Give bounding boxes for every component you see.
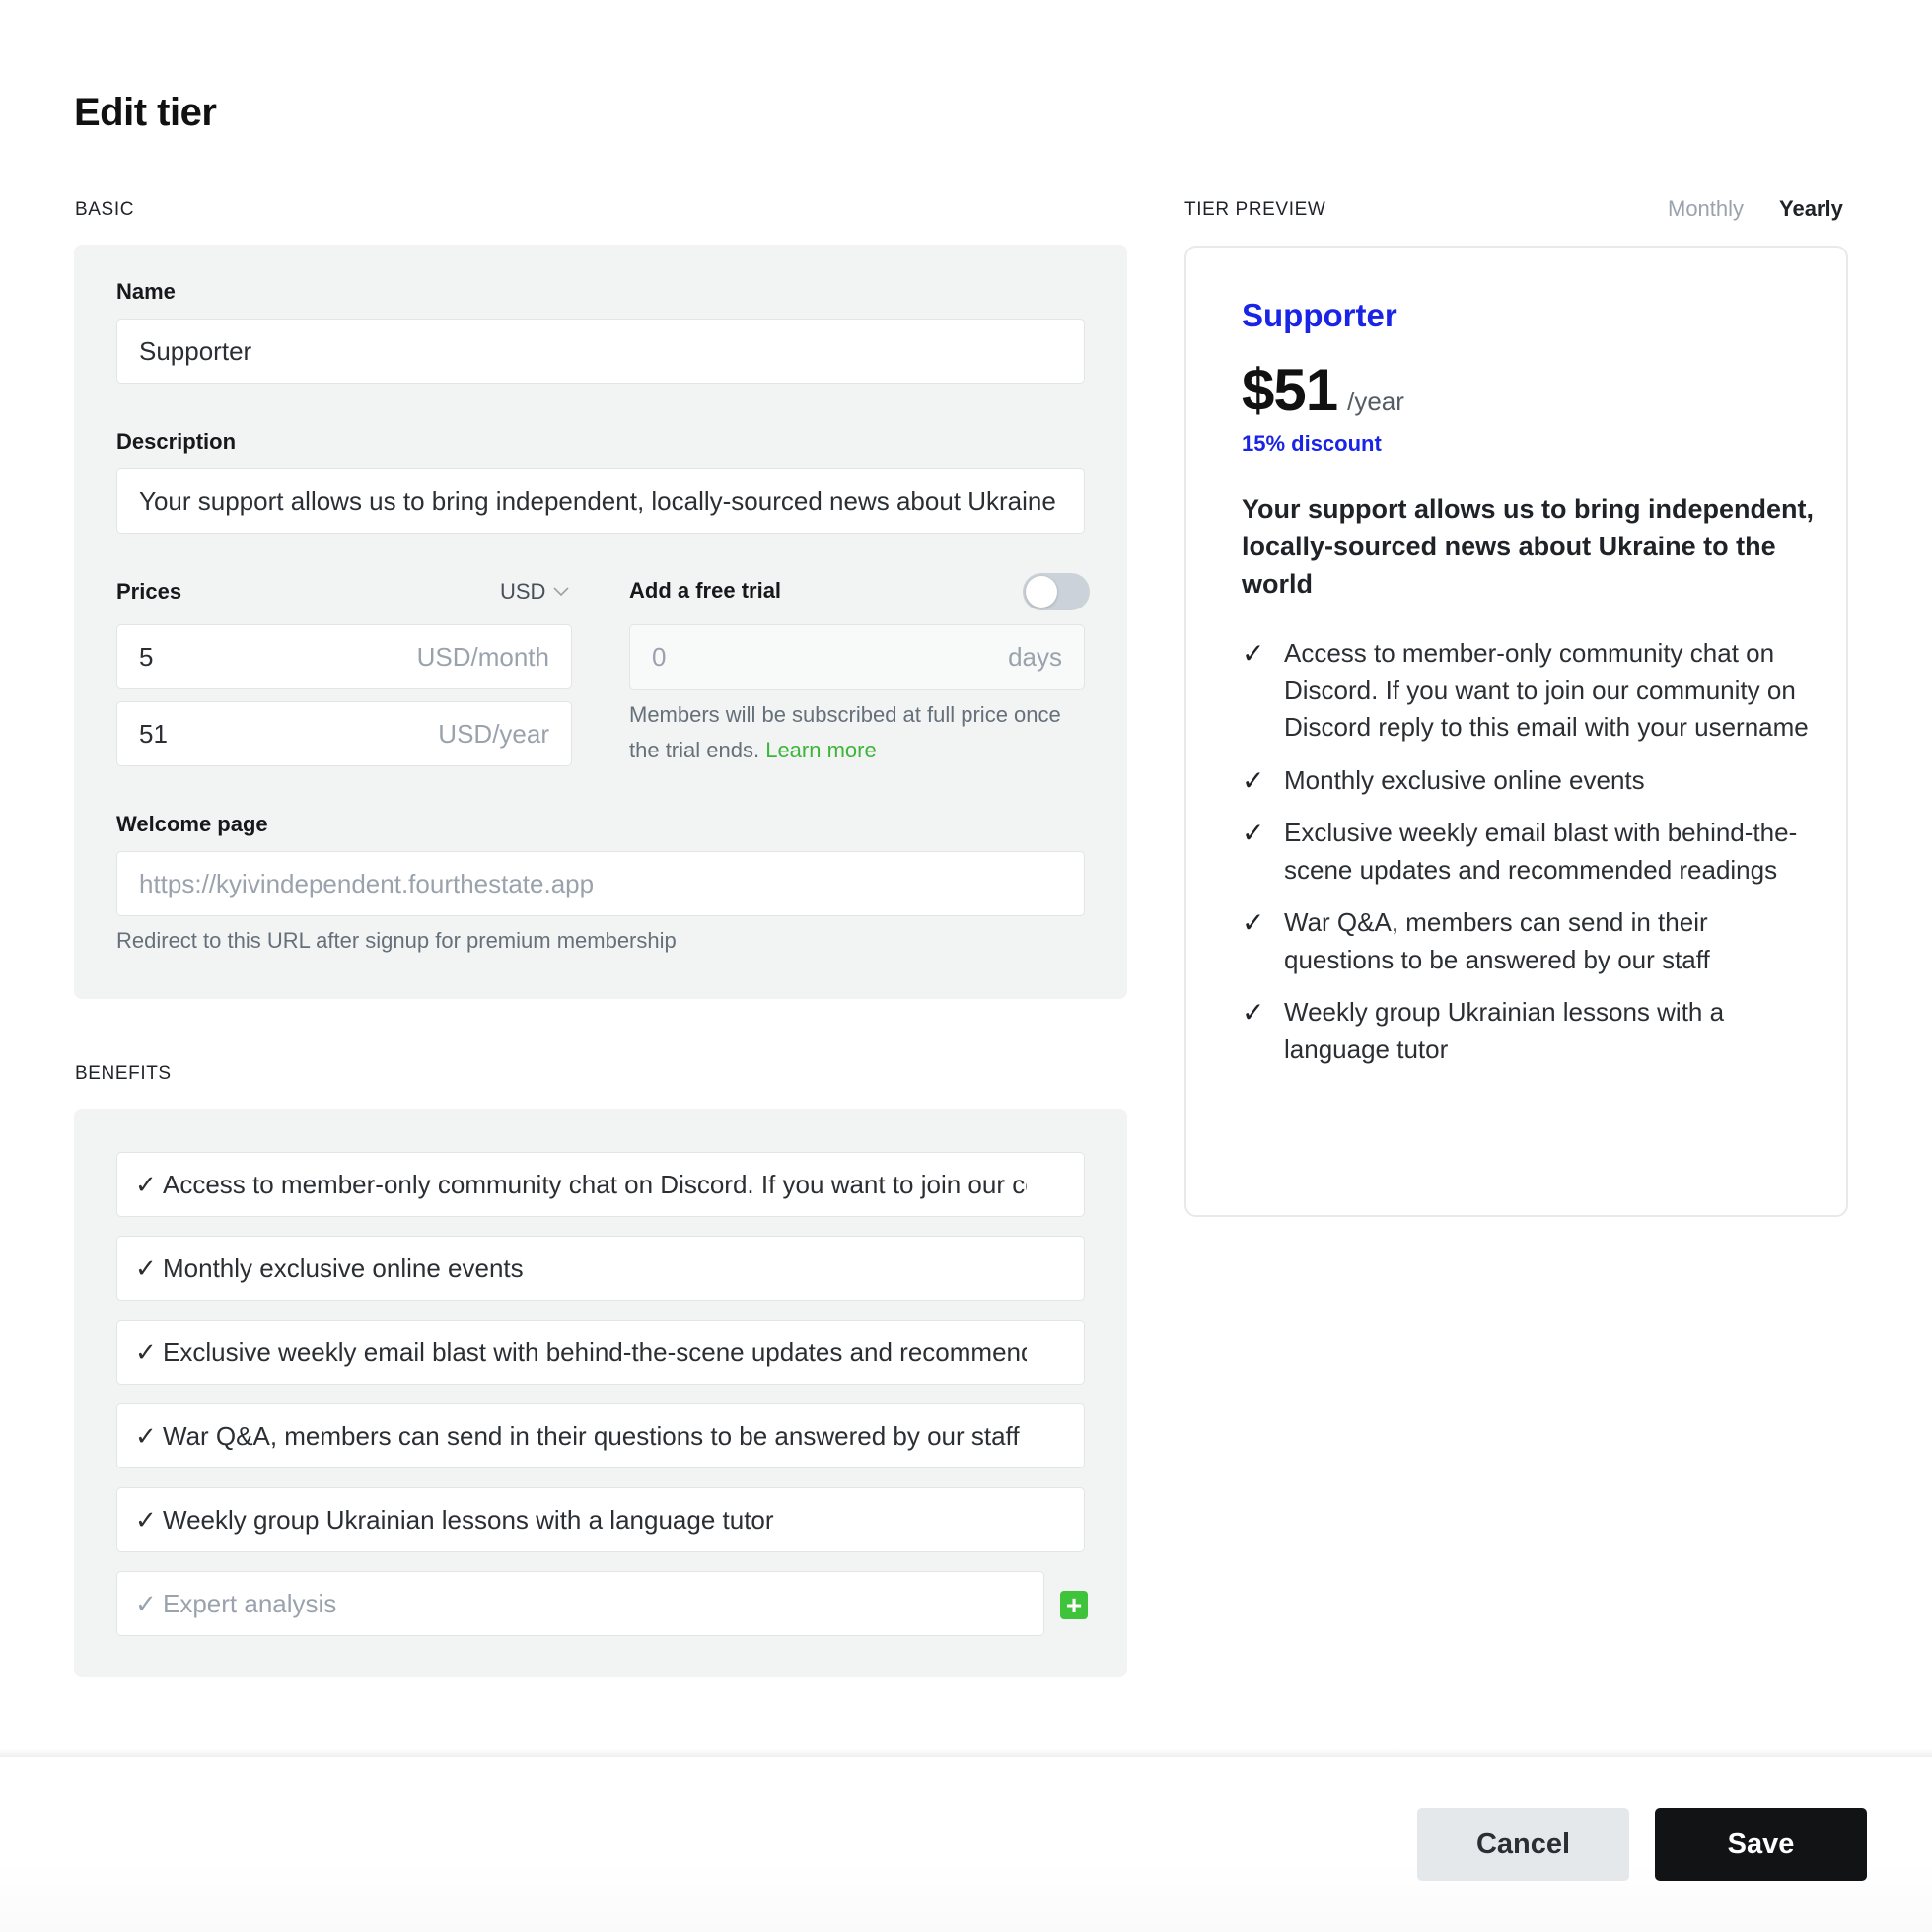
description-input[interactable]: Your support allows us to bring independ…	[116, 468, 1085, 534]
chevron-down-icon	[553, 587, 570, 597]
check-icon: ✓	[1242, 907, 1265, 938]
benefit-text: War Q&A, members can send in their quest…	[163, 1420, 1020, 1451]
yearly-price-suffix: USD/year	[438, 718, 549, 749]
description-label: Description	[116, 429, 237, 454]
benefit-item[interactable]: ✓ Weekly group Ukrainian lessons with a …	[116, 1487, 1085, 1552]
preview-benefits-list: ✓ Access to member-only community chat on…	[1242, 635, 1814, 1084]
welcome-page-input[interactable]: https://kyivindependent.fourthestate.app	[116, 851, 1085, 916]
benefits-section-label: BENEFITS	[75, 1063, 172, 1084]
check-icon: ✓	[1242, 818, 1265, 848]
preview-price: $51	[1242, 357, 1338, 423]
check-icon: ✓	[135, 1588, 157, 1618]
preview-price-row: $51 /year	[1242, 356, 1404, 424]
description-value: Your support allows us to bring independ…	[139, 485, 1062, 516]
preview-description: Your support allows us to bring independ…	[1242, 494, 1814, 599]
benefit-item[interactable]: ✓ Access to member-only community chat o…	[116, 1152, 1085, 1217]
benefit-text: Exclusive weekly email blast with behind…	[163, 1336, 1027, 1367]
yearly-price-input[interactable]: 51 USD/year	[116, 701, 572, 766]
cancel-button[interactable]: Cancel	[1417, 1808, 1629, 1881]
preview-benefit-item: ✓ Access to member-only community chat on…	[1242, 635, 1814, 747]
footer-divider	[0, 1748, 1932, 1757]
period-monthly-tab[interactable]: Monthly	[1668, 196, 1744, 222]
monthly-price-value: 5	[139, 641, 154, 672]
toggle-knob	[1026, 576, 1057, 608]
name-value: Supporter	[139, 335, 252, 366]
basic-section-label: BASIC	[75, 199, 135, 220]
benefits-panel: ✓ Access to member-only community chat o…	[74, 1109, 1127, 1677]
add-benefit-button[interactable]: +	[1060, 1591, 1088, 1619]
free-trial-label: Add a free trial	[629, 578, 782, 603]
benefit-text: Monthly exclusive online events	[163, 1252, 524, 1283]
learn-more-link[interactable]: Learn more	[765, 738, 877, 762]
name-input[interactable]: Supporter	[116, 319, 1085, 384]
check-icon: ✓	[135, 1169, 157, 1199]
new-benefit-input[interactable]: ✓ Expert analysis	[116, 1571, 1044, 1636]
preview-discount: 15% discount	[1242, 431, 1382, 456]
benefit-item[interactable]: ✓ Exclusive weekly email blast with behi…	[116, 1320, 1085, 1385]
trial-days-suffix: days	[1008, 642, 1062, 672]
preview-benefit-text: Monthly exclusive online events	[1284, 764, 1645, 795]
benefit-text: Weekly group Ukrainian lessons with a la…	[163, 1504, 774, 1535]
check-icon: ✓	[1242, 997, 1265, 1028]
benefit-text: Access to member-only community chat on …	[163, 1169, 1027, 1199]
preview-benefit-item: ✓ War Q&A, members can send in their ques…	[1242, 904, 1814, 978]
check-icon: ✓	[135, 1504, 157, 1535]
free-trial-help: Members will be subscribed at full price…	[629, 697, 1093, 768]
plus-icon: +	[1065, 1590, 1083, 1620]
check-icon: ✓	[135, 1420, 157, 1451]
preview-benefit-item: ✓ Weekly group Ukrainian lessons with a l…	[1242, 994, 1814, 1068]
footer-bar: Cancel Save	[0, 1757, 1932, 1932]
check-icon: ✓	[135, 1252, 157, 1283]
preview-section-label: TIER PREVIEW	[1184, 199, 1326, 220]
preview-benefit-text: Weekly group Ukrainian lessons with a la…	[1284, 997, 1725, 1064]
check-icon: ✓	[135, 1336, 157, 1367]
free-trial-toggle[interactable]	[1023, 573, 1090, 610]
preview-tier-name: Supporter	[1242, 297, 1397, 333]
currency-select[interactable]: USD	[500, 579, 570, 605]
check-icon: ✓	[1242, 764, 1265, 796]
benefit-item[interactable]: ✓ War Q&A, members can send in their que…	[116, 1403, 1085, 1468]
benefit-item[interactable]: ✓ Monthly exclusive online events	[116, 1236, 1085, 1301]
yearly-price-value: 51	[139, 718, 168, 749]
new-benefit-placeholder: Expert analysis	[163, 1588, 337, 1618]
preview-benefit-item: ✓ Monthly exclusive online events	[1242, 762, 1814, 800]
tier-preview-card: Supporter $51 /year 15% discount Your su…	[1184, 246, 1848, 1217]
check-icon: ✓	[1242, 638, 1265, 669]
trial-days-value: 0	[652, 642, 667, 672]
preview-period: /year	[1347, 387, 1404, 416]
name-label: Name	[116, 279, 176, 304]
preview-benefit-text: Access to member-only community chat on …	[1284, 638, 1809, 742]
prices-label: Prices	[116, 579, 182, 604]
welcome-page-placeholder: https://kyivindependent.fourthestate.app	[139, 868, 595, 898]
currency-value: USD	[500, 579, 546, 604]
welcome-page-label: Welcome page	[116, 812, 268, 836]
preview-benefit-text: Exclusive weekly email blast with behind…	[1284, 818, 1798, 885]
save-button[interactable]: Save	[1655, 1808, 1867, 1881]
period-yearly-tab[interactable]: Yearly	[1779, 196, 1843, 222]
preview-benefit-text: War Q&A, members can send in their quest…	[1284, 907, 1710, 974]
basic-panel: Name Supporter Description Your support …	[74, 245, 1127, 999]
preview-benefit-item: ✓ Exclusive weekly email blast with behin…	[1242, 815, 1814, 889]
page-title: Edit tier	[74, 91, 217, 134]
monthly-price-input[interactable]: 5 USD/month	[116, 624, 572, 689]
trial-days-input[interactable]: 0 days	[629, 624, 1085, 690]
monthly-price-suffix: USD/month	[416, 641, 549, 672]
welcome-page-help: Redirect to this URL after signup for pr…	[116, 928, 677, 953]
